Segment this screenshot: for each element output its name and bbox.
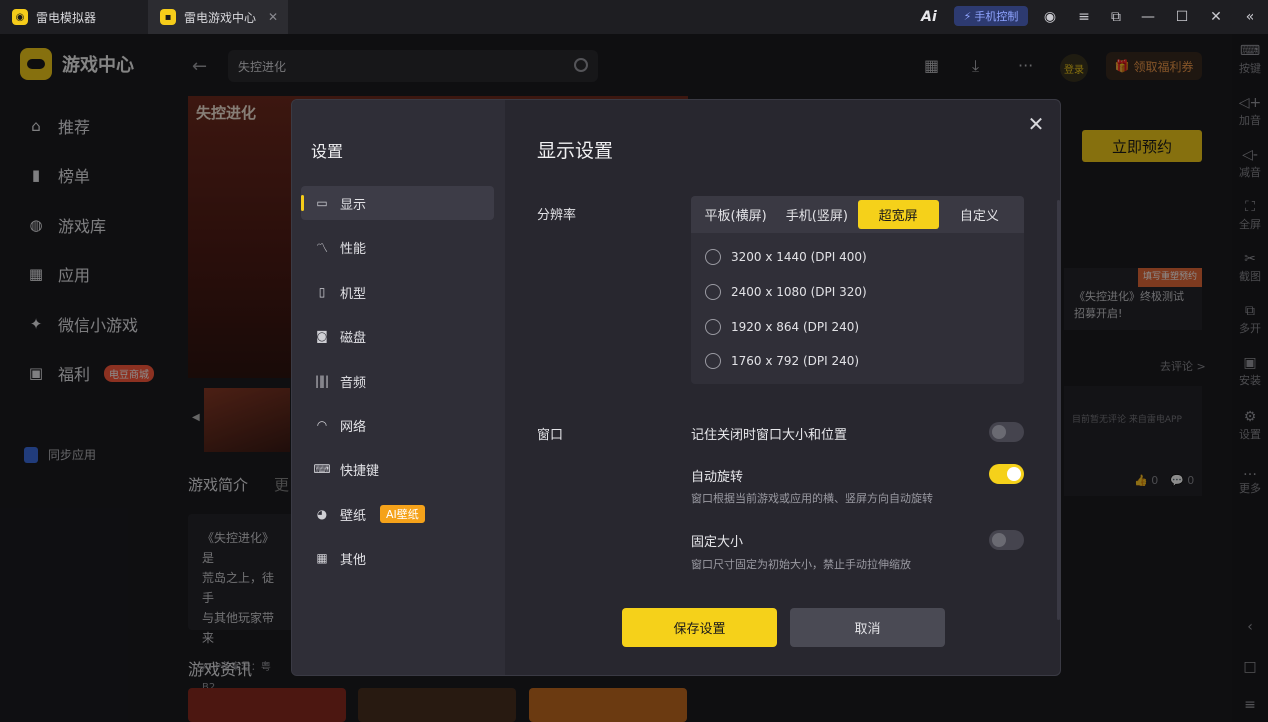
keyboard-icon: ⌨	[313, 462, 331, 476]
scrollbar[interactable]	[1057, 200, 1060, 620]
tab-tablet-landscape[interactable]: 平板(横屏)	[695, 200, 776, 229]
resolution-option-label: 1760 x 792 (DPI 240)	[731, 354, 860, 368]
settings-menu-other[interactable]: ▦ 其他	[301, 541, 494, 575]
fixed-size-desc: 窗口尺寸固定为初始大小，禁止手动拉伸缩放	[691, 558, 911, 571]
radio-button[interactable]	[705, 319, 721, 335]
close-window-icon[interactable]: ✕	[1204, 0, 1228, 34]
dialog-title: 设置	[311, 142, 344, 161]
tab-label: 雷电模拟器	[36, 10, 97, 25]
wifi-icon: ◠	[316, 418, 328, 432]
save-settings-button[interactable]: 保存设置	[622, 608, 777, 647]
menu-label: 显示	[340, 197, 367, 213]
settings-menu-shortcuts[interactable]: ⌨ 快捷键	[301, 452, 494, 486]
minimize-icon[interactable]: —	[1136, 0, 1160, 34]
settings-menu-display[interactable]: ▭ 显示	[301, 186, 494, 220]
phone-control-label: 手机控制	[974, 10, 1019, 23]
tab-game-center[interactable]: ▪ 雷电游戏中心 ✕	[148, 0, 288, 34]
menu-label: 磁盘	[340, 330, 367, 346]
palette-icon: ◕	[316, 507, 328, 521]
ai-wallpaper-badge: AI壁纸	[380, 505, 425, 523]
settings-menu-device-model[interactable]: ▯ 机型	[301, 275, 494, 309]
resolution-label: 分辨率	[537, 208, 577, 223]
toggle-knob	[992, 533, 1006, 547]
window-sync-icon[interactable]: ⧉	[1104, 0, 1128, 34]
audio-icon: |‖|	[314, 374, 330, 388]
settings-menu-disk[interactable]: ◙ 磁盘	[301, 319, 494, 353]
menu-label: 快捷键	[340, 463, 380, 479]
resolution-option[interactable]: 2400 x 1080 (DPI 320)	[705, 284, 867, 300]
menu-label: 壁纸	[340, 508, 367, 524]
title-bar: ◉ 雷电模拟器 ▪ 雷电游戏中心 ✕ Ai ⚡ 手机控制 ◉ ≡ ⧉ — ☐ ✕…	[0, 0, 1268, 34]
menu-icon[interactable]: ≡	[1072, 0, 1096, 34]
close-icon[interactable]: ✕	[1026, 114, 1046, 134]
settings-dialog: 设置 ▭ 显示 〽 性能 ▯ 机型 ◙ 磁盘 |‖| 音频 ◠ 网络 ⌨ 快捷键	[291, 99, 1061, 676]
phone-control-button[interactable]: ⚡ 手机控制	[954, 6, 1028, 26]
performance-icon: 〽	[315, 240, 328, 255]
settings-menu-wallpaper[interactable]: ◕ 壁纸 AI壁纸	[301, 497, 494, 531]
account-icon[interactable]: ◉	[1038, 0, 1062, 34]
radio-button[interactable]	[705, 353, 721, 369]
phone-icon: ▯	[318, 285, 326, 299]
settings-menu-audio[interactable]: |‖| 音频	[301, 364, 494, 398]
menu-label: 网络	[340, 419, 367, 435]
ai-button[interactable]: Ai	[915, 0, 943, 34]
window-label: 窗口	[537, 428, 564, 443]
lightning-icon: ⚡	[963, 9, 972, 23]
resolution-option[interactable]: 1760 x 792 (DPI 240)	[705, 353, 859, 369]
settings-menu-performance[interactable]: 〽 性能	[301, 230, 494, 264]
fixed-size-option: 固定大小	[691, 535, 744, 550]
tab-custom[interactable]: 自定义	[939, 200, 1020, 229]
close-icon[interactable]: ✕	[268, 10, 278, 24]
grid-icon: ▦	[316, 551, 328, 565]
tab-ultrawide[interactable]: 超宽屏	[857, 200, 939, 229]
section-title: 显示设置	[537, 140, 614, 162]
tab-label: 雷电游戏中心	[184, 10, 257, 25]
resolution-option-label: 2400 x 1080 (DPI 320)	[731, 285, 867, 299]
monitor-icon: ▭	[316, 196, 328, 210]
auto-rotate-desc: 窗口根据当前游戏或应用的横、竖屏方向自动旋转	[691, 492, 933, 505]
settings-menu-network[interactable]: ◠ 网络	[301, 408, 494, 442]
cancel-button[interactable]: 取消	[790, 608, 945, 647]
resolution-option-label: 1920 x 864 (DPI 240)	[731, 320, 860, 334]
resolution-option[interactable]: 1920 x 864 (DPI 240)	[705, 319, 859, 335]
resolution-option-label: 3200 x 1440 (DPI 400)	[731, 250, 867, 264]
collapse-icon[interactable]: «	[1238, 0, 1262, 34]
resolution-option[interactable]: 3200 x 1440 (DPI 400)	[705, 249, 867, 265]
radio-button[interactable]	[705, 249, 721, 265]
remember-window-toggle[interactable]	[989, 422, 1024, 442]
gamepad-icon: ▪	[160, 9, 176, 25]
resolution-panel: 平板(横屏) 手机(竖屏) 超宽屏 自定义 3200 x 1440 (DPI 4…	[691, 196, 1024, 384]
settings-sidebar: 设置 ▭ 显示 〽 性能 ▯ 机型 ◙ 磁盘 |‖| 音频 ◠ 网络 ⌨ 快捷键	[292, 100, 505, 675]
auto-rotate-option: 自动旋转	[691, 470, 744, 485]
toggle-knob	[992, 425, 1006, 439]
menu-label: 性能	[340, 241, 367, 257]
menu-label: 其他	[340, 552, 367, 568]
resolution-tabs: 平板(横屏) 手机(竖屏) 超宽屏 自定义	[691, 196, 1024, 233]
tab-phone-portrait[interactable]: 手机(竖屏)	[776, 200, 857, 229]
app-logo-icon: ◉	[12, 9, 28, 25]
tab-emulator[interactable]: ◉ 雷电模拟器	[0, 0, 145, 34]
maximize-icon[interactable]: ☐	[1170, 0, 1194, 34]
remember-window-option: 记住关闭时窗口大小和位置	[691, 428, 848, 443]
menu-label: 机型	[340, 286, 367, 302]
disk-icon: ◙	[316, 329, 328, 343]
menu-label: 音频	[340, 375, 367, 391]
toggle-knob	[1007, 467, 1021, 481]
auto-rotate-toggle[interactable]	[989, 464, 1024, 484]
fixed-size-toggle[interactable]	[989, 530, 1024, 550]
radio-button[interactable]	[705, 284, 721, 300]
